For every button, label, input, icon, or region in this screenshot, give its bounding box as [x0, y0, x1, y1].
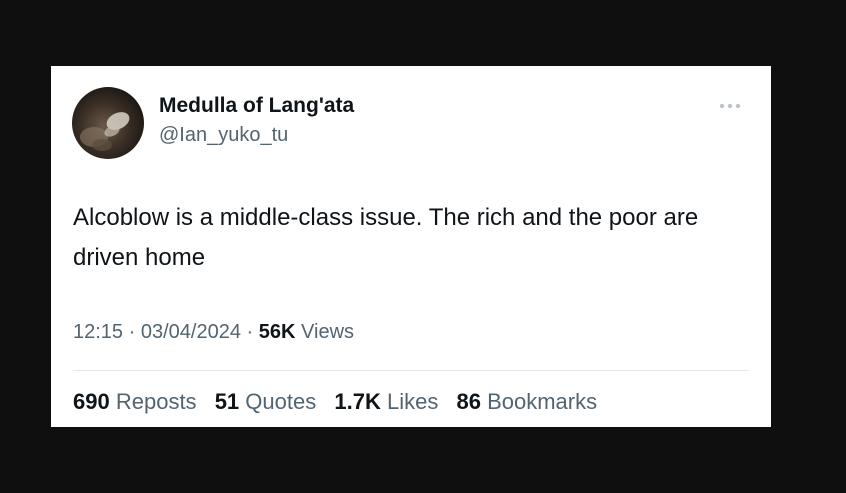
bookmarks-stat[interactable]: 86 Bookmarks: [456, 389, 597, 414]
views-label: Views: [301, 321, 355, 343]
meta-separator: ·: [128, 321, 136, 343]
reposts-stat[interactable]: 690 Reposts: [73, 389, 197, 414]
bookmarks-label: Bookmarks: [487, 389, 598, 414]
tweet-time[interactable]: 12:15: [73, 321, 123, 343]
divider: [73, 370, 749, 371]
more-options-button[interactable]: [716, 96, 744, 116]
tweet-date[interactable]: 03/04/2024: [141, 321, 241, 343]
quotes-label: Quotes: [245, 389, 317, 414]
profile-photo-icon: [72, 87, 144, 159]
display-name[interactable]: Medulla of Lang'ata: [159, 94, 354, 118]
views-count: 56K: [258, 321, 296, 343]
tweet-text: Alcoblow is a middle-class issue. The ri…: [73, 204, 699, 271]
reposts-label: Reposts: [115, 389, 197, 414]
likes-count: 1.7K: [334, 389, 381, 414]
tweet-meta: 12:15 · 03/04/2024 · 56K Views: [73, 321, 354, 344]
quotes-count: 51: [214, 389, 240, 414]
meta-separator: ·: [246, 321, 254, 343]
avatar[interactable]: [72, 87, 144, 159]
more-horizontal-icon: [719, 103, 741, 109]
likes-label: Likes: [386, 389, 439, 414]
bookmarks-count: 86: [456, 389, 481, 414]
likes-stat[interactable]: 1.7K Likes: [334, 389, 438, 414]
reposts-count: 690: [73, 389, 110, 414]
user-handle[interactable]: @Ian_yuko_tu: [159, 124, 288, 147]
engagement-stats: 690 Reposts 51 Quotes 1.7K Likes 86 Book…: [73, 389, 609, 415]
tweet-card: Medulla of Lang'ata @Ian_yuko_tu Alcoblo…: [51, 66, 771, 427]
quotes-stat[interactable]: 51 Quotes: [215, 389, 317, 414]
